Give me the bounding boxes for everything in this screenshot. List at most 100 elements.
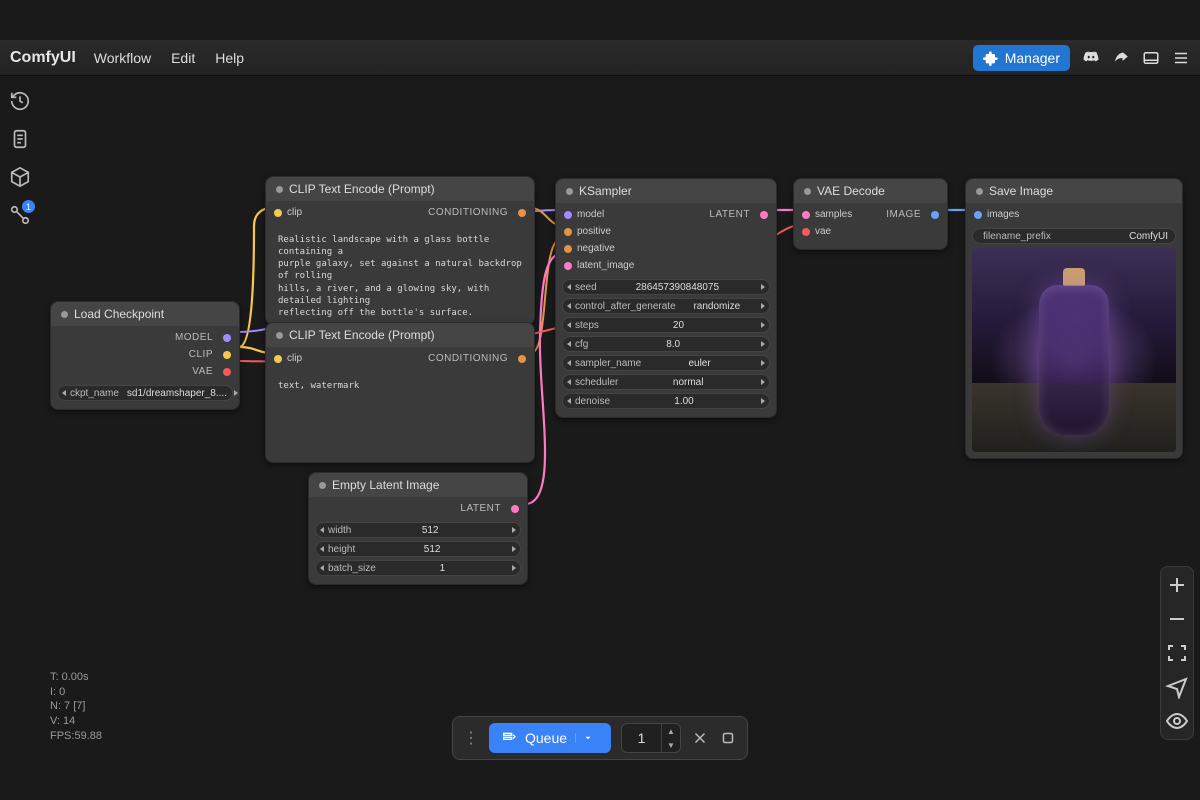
node-empty-latent[interactable]: Empty Latent Image LATENT width512 heigh…	[308, 472, 528, 585]
zoom-in-button[interactable]	[1165, 573, 1189, 597]
port-in-model[interactable]	[564, 211, 572, 219]
collapse-dot-icon[interactable]	[319, 482, 326, 489]
chevron-left-icon[interactable]	[567, 322, 571, 328]
chevron-left-icon[interactable]	[320, 527, 324, 533]
chevron-left-icon[interactable]	[567, 360, 571, 366]
chevron-left-icon[interactable]	[567, 284, 571, 290]
chevron-right-icon[interactable]	[761, 322, 765, 328]
image-preview[interactable]	[972, 248, 1176, 452]
share-arrow-icon[interactable]	[1112, 49, 1130, 67]
chevron-right-icon[interactable]	[761, 303, 765, 309]
prompt-text[interactable]: text, watermark	[274, 376, 526, 454]
field-denoise[interactable]: denoise1.00	[562, 393, 770, 409]
nodes-icon[interactable]: 1	[9, 204, 31, 226]
locate-button[interactable]	[1165, 675, 1189, 699]
zoom-out-button[interactable]	[1165, 607, 1189, 631]
stop-button[interactable]	[719, 729, 737, 747]
port-in-vae[interactable]	[802, 228, 810, 236]
menu-workflow[interactable]: Workflow	[94, 50, 151, 66]
queue-count-stepper[interactable]: 1 ▲ ▼	[621, 723, 681, 753]
node-clip-encode-positive[interactable]: CLIP Text Encode (Prompt) clip CONDITION…	[265, 176, 535, 325]
chevron-left-icon[interactable]	[567, 341, 571, 347]
port-in-images[interactable]	[974, 211, 982, 219]
collapse-dot-icon[interactable]	[804, 188, 811, 195]
port-in-negative[interactable]	[564, 245, 572, 253]
field-seed[interactable]: seed286457390848075	[562, 279, 770, 295]
port-out-clip[interactable]	[223, 351, 231, 359]
field-sampler-name[interactable]: sampler_nameeuler	[562, 355, 770, 371]
chevron-left-icon[interactable]	[62, 390, 66, 396]
manager-button[interactable]: Manager	[973, 45, 1070, 71]
node-header[interactable]: Save Image	[966, 179, 1182, 203]
port-out-conditioning[interactable]	[518, 355, 526, 363]
queue-dropdown[interactable]	[575, 733, 599, 743]
chevron-right-icon[interactable]	[761, 379, 765, 385]
chevron-right-icon[interactable]	[234, 390, 238, 396]
menu-help[interactable]: Help	[215, 50, 244, 66]
panel-icon[interactable]	[1142, 49, 1160, 67]
queue-button[interactable]: Queue	[489, 723, 611, 753]
field-scheduler[interactable]: schedulernormal	[562, 374, 770, 390]
field-height[interactable]: height512	[315, 541, 521, 557]
eye-icon[interactable]	[1165, 709, 1189, 733]
menu-edit[interactable]: Edit	[171, 50, 195, 66]
port-out-image[interactable]	[931, 211, 939, 219]
collapse-dot-icon[interactable]	[276, 332, 283, 339]
field-batch-size[interactable]: batch_size1	[315, 560, 521, 576]
cube-icon[interactable]	[9, 166, 31, 188]
port-out-vae[interactable]	[223, 368, 231, 376]
hamburger-icon[interactable]	[1172, 49, 1190, 67]
grip-icon[interactable]: ⋮	[463, 728, 479, 748]
chevron-left-icon[interactable]	[567, 379, 571, 385]
port-out-latent[interactable]	[511, 505, 519, 513]
collapse-dot-icon[interactable]	[276, 186, 283, 193]
node-load-checkpoint[interactable]: Load Checkpoint MODEL CLIP VAE ckpt_name…	[50, 301, 240, 410]
node-header[interactable]: CLIP Text Encode (Prompt)	[266, 177, 534, 201]
history-icon[interactable]	[9, 90, 31, 112]
field-cfg[interactable]: cfg8.0	[562, 336, 770, 352]
node-header[interactable]: KSampler	[556, 179, 776, 203]
prompt-text[interactable]: Realistic landscape with a glass bottle …	[274, 230, 526, 316]
port-in-positive[interactable]	[564, 228, 572, 236]
port-out-latent[interactable]	[760, 211, 768, 219]
chevron-left-icon[interactable]	[320, 565, 324, 571]
cancel-button[interactable]	[691, 729, 709, 747]
chevron-right-icon[interactable]	[512, 565, 516, 571]
chevron-left-icon[interactable]	[320, 546, 324, 552]
document-icon[interactable]	[9, 128, 31, 150]
port-out-model[interactable]	[223, 334, 231, 342]
chevron-right-icon[interactable]	[761, 360, 765, 366]
collapse-dot-icon[interactable]	[61, 311, 68, 318]
graph-canvas[interactable]: Load Checkpoint MODEL CLIP VAE ckpt_name…	[40, 76, 1200, 800]
port-in-samples[interactable]	[802, 211, 810, 219]
port-in-clip[interactable]	[274, 209, 282, 217]
chevron-right-icon[interactable]	[512, 546, 516, 552]
node-vae-decode[interactable]: VAE Decode samples IMAGE vae	[793, 178, 948, 250]
node-header[interactable]: Load Checkpoint	[51, 302, 239, 326]
chevron-right-icon[interactable]	[761, 398, 765, 404]
field-ckpt-name[interactable]: ckpt_name sd1/dreamshaper_8....	[57, 385, 233, 401]
chevron-right-icon[interactable]	[761, 284, 765, 290]
chevron-right-icon[interactable]	[512, 527, 516, 533]
stepper-up[interactable]: ▲	[662, 724, 680, 738]
node-ksampler[interactable]: KSampler model LATENT positive negative …	[555, 178, 777, 418]
field-filename-prefix[interactable]: filename_prefixComfyUI	[972, 228, 1176, 244]
port-in-clip[interactable]	[274, 355, 282, 363]
field-width[interactable]: width512	[315, 522, 521, 538]
stepper-down[interactable]: ▼	[662, 738, 680, 752]
node-clip-encode-negative[interactable]: CLIP Text Encode (Prompt) clip CONDITION…	[265, 322, 535, 463]
field-control-after-generate[interactable]: control_after_generaterandomize	[562, 298, 770, 314]
fit-screen-button[interactable]	[1165, 641, 1189, 665]
collapse-dot-icon[interactable]	[976, 188, 983, 195]
node-header[interactable]: VAE Decode	[794, 179, 947, 203]
collapse-dot-icon[interactable]	[566, 188, 573, 195]
node-save-image[interactable]: Save Image images filename_prefixComfyUI	[965, 178, 1183, 459]
port-in-latent-image[interactable]	[564, 262, 572, 270]
chevron-right-icon[interactable]	[761, 341, 765, 347]
node-header[interactable]: Empty Latent Image	[309, 473, 527, 497]
chevron-left-icon[interactable]	[567, 398, 571, 404]
discord-icon[interactable]	[1082, 49, 1100, 67]
chevron-left-icon[interactable]	[567, 303, 571, 309]
port-out-conditioning[interactable]	[518, 209, 526, 217]
field-steps[interactable]: steps20	[562, 317, 770, 333]
